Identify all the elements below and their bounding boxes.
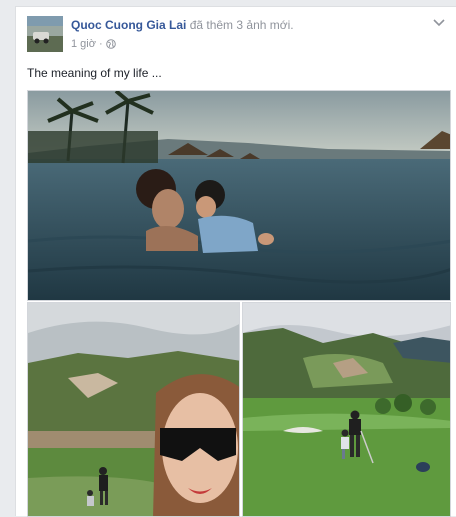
chevron-down-icon[interactable] <box>432 15 446 27</box>
post-header-line: Quoc Cuong Gia Lai đã thêm 3 ảnh mới. <box>71 18 294 32</box>
post-photo-selfie[interactable] <box>27 302 240 517</box>
post-photo-golf[interactable] <box>242 302 451 517</box>
feed-post: Quoc Cuong Gia Lai đã thêm 3 ảnh mới. 1 … <box>15 6 456 517</box>
meta-separator: · <box>98 38 103 50</box>
globe-icon[interactable] <box>105 39 116 49</box>
post-meta: 1 giờ · <box>71 38 116 50</box>
post-action-text: đã thêm 3 ảnh mới. <box>189 18 294 32</box>
post-timestamp[interactable]: 1 giờ <box>71 38 96 50</box>
post-photo-pool[interactable] <box>27 90 451 301</box>
author-name-link[interactable]: Quoc Cuong Gia Lai <box>71 18 186 32</box>
post-caption: The meaning of my life ... <box>27 66 162 80</box>
author-avatar[interactable] <box>27 16 63 52</box>
